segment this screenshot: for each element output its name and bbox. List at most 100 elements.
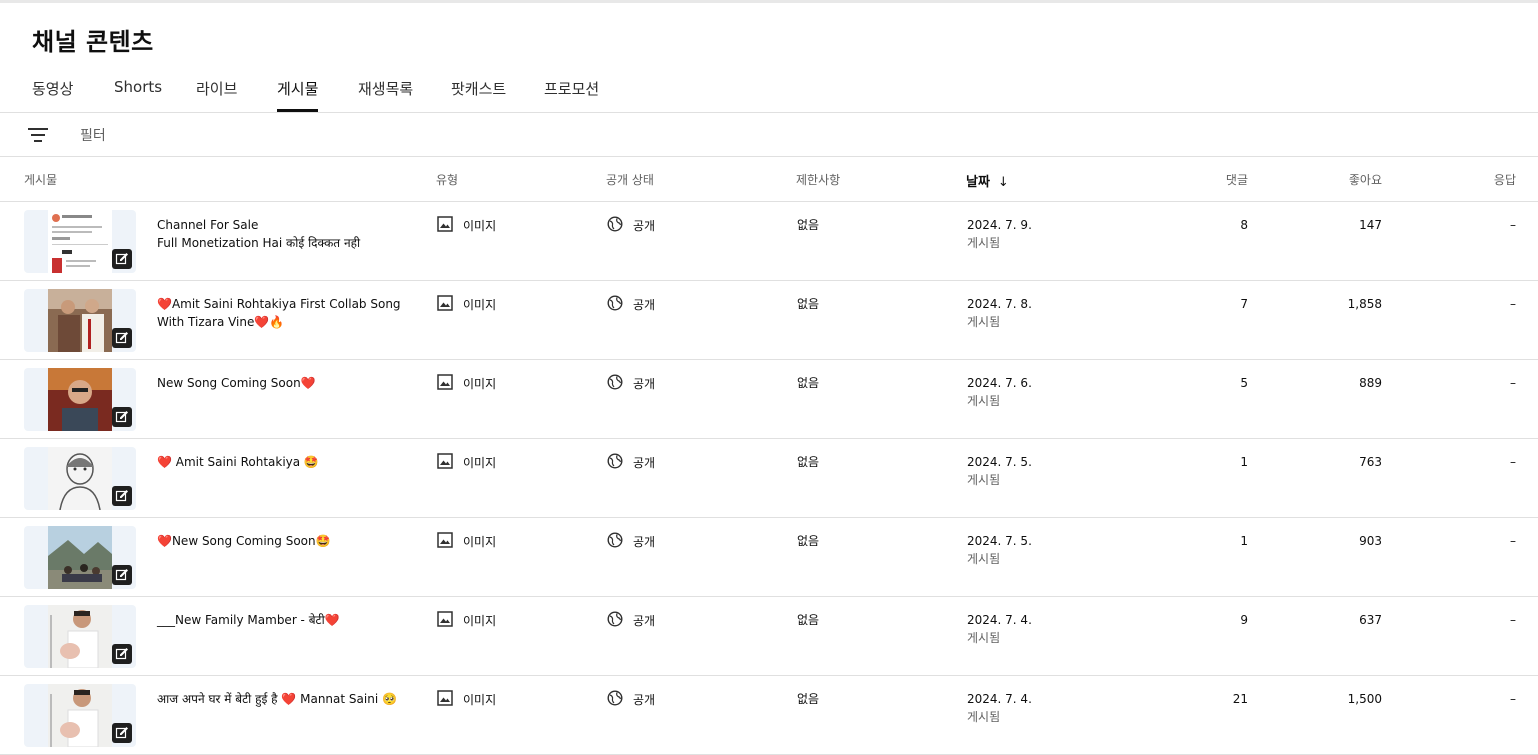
column-header-responses[interactable]: 응답 xyxy=(1436,171,1516,188)
post-type-label: 이미지 xyxy=(463,535,497,549)
column-header-comments[interactable]: 댓글 xyxy=(1168,171,1248,188)
post-text-line1: आज अपने घर में बेटी हुई है ❤️ Mannat Sai… xyxy=(157,692,397,706)
post-text[interactable]: ❤️ Amit Saini Rohtakiya 🤩 xyxy=(157,453,407,471)
post-comments[interactable]: 1 xyxy=(1168,453,1248,471)
post-type-label: 이미지 xyxy=(463,219,497,233)
tab-live[interactable]: 라이브 xyxy=(196,78,237,112)
tab-posts[interactable]: 게시물 xyxy=(277,78,319,112)
edit-icon[interactable] xyxy=(112,249,132,269)
post-visibility[interactable]: 공개 xyxy=(607,611,655,632)
content-tabs: 동영상 Shorts 라이브 게시물 재생목록 팟캐스트 프로모션 xyxy=(0,72,1538,113)
column-header-post[interactable]: 게시물 xyxy=(24,171,57,188)
post-visibility[interactable]: 공개 xyxy=(607,295,655,316)
tab-podcasts[interactable]: 팟캐스트 xyxy=(451,78,506,112)
filter-input[interactable]: 필터 xyxy=(80,125,106,145)
table-row[interactable]: ❤️New Song Coming Soon🤩 이미지 공개 없음 2024. … xyxy=(0,518,1538,597)
table-row[interactable]: ___New Family Mamber - बेटी❤️ 이미지 공개 없음 … xyxy=(0,597,1538,676)
post-text-line2: With Tizara Vine❤️🔥 xyxy=(157,315,285,329)
edit-icon[interactable] xyxy=(112,644,132,664)
post-image xyxy=(48,684,112,747)
post-text[interactable]: New Song Coming Soon❤️ xyxy=(157,374,407,392)
column-header-likes[interactable]: 좋아요 xyxy=(1302,171,1382,188)
post-comments[interactable]: 21 xyxy=(1168,690,1248,708)
post-comments[interactable]: 7 xyxy=(1168,295,1248,313)
tab-playlists[interactable]: 재생목록 xyxy=(358,78,413,112)
post-visibility[interactable]: 공개 xyxy=(607,216,655,237)
post-visibility[interactable]: 공개 xyxy=(607,532,655,553)
post-comments[interactable]: 1 xyxy=(1168,532,1248,550)
tab-promotions[interactable]: 프로모션 xyxy=(544,78,599,112)
image-icon xyxy=(437,690,453,711)
post-visibility-label: 공개 xyxy=(633,693,656,707)
heart-emoji: ❤️ xyxy=(324,613,340,627)
table-row[interactable]: ❤️ Amit Saini Rohtakiya 🤩 이미지 공개 없음 2024… xyxy=(0,439,1538,518)
post-comments[interactable]: 9 xyxy=(1168,611,1248,629)
post-thumbnail[interactable] xyxy=(24,605,136,668)
edit-icon[interactable] xyxy=(112,486,132,506)
heart-emoji: ❤️ xyxy=(157,297,172,311)
post-visibility-label: 공개 xyxy=(633,219,656,233)
table-row[interactable]: New Song Coming Soon❤️ 이미지 공개 없음 2024. 7… xyxy=(0,360,1538,439)
post-status: 게시됨 xyxy=(967,631,1001,645)
tab-videos[interactable]: 동영상 xyxy=(32,78,73,112)
post-date: 2024. 7. 8. xyxy=(967,297,1032,311)
post-date-cell: 2024. 7. 5. 게시됨 xyxy=(967,453,1032,489)
post-thumbnail[interactable] xyxy=(24,289,136,352)
post-likes: 147 xyxy=(1359,218,1382,232)
post-text-line1: New Song Coming Soon❤️ xyxy=(157,376,316,390)
globe-icon xyxy=(607,216,623,237)
post-visibility-label: 공개 xyxy=(633,535,656,549)
post-visibility-label: 공개 xyxy=(633,456,656,470)
post-thumbnail[interactable] xyxy=(24,368,136,431)
post-text[interactable]: ❤️Amit Saini Rohtakiya First Collab Song… xyxy=(157,295,407,331)
post-status: 게시됨 xyxy=(967,710,1001,724)
edit-icon[interactable] xyxy=(112,723,132,743)
globe-icon xyxy=(607,690,623,711)
globe-icon xyxy=(607,532,623,553)
post-restrictions: 없음 xyxy=(797,218,820,232)
column-header-type[interactable]: 유형 xyxy=(436,171,458,188)
column-header-visibility[interactable]: 공개 상태 xyxy=(606,171,654,188)
column-header-date[interactable]: 날짜 ↓ xyxy=(966,171,1009,190)
post-restrictions: 없음 xyxy=(797,455,820,469)
tab-shorts[interactable]: Shorts xyxy=(114,78,162,112)
post-text-line1: ___New Family Mamber - बेटी❤️ xyxy=(157,613,340,627)
post-date-cell: 2024. 7. 6. 게시됨 xyxy=(967,374,1032,410)
post-responses: – xyxy=(1510,534,1516,548)
post-text-line1: ❤️Amit Saini Rohtakiya First Collab Song xyxy=(157,297,401,311)
post-text-line1: ❤️ Amit Saini Rohtakiya 🤩 xyxy=(157,455,319,469)
column-header-restrictions[interactable]: 제한사항 xyxy=(796,171,840,188)
post-text[interactable]: Channel For Sale Full Monetization Hai क… xyxy=(157,216,407,252)
table-row[interactable]: ❤️Amit Saini Rohtakiya First Collab Song… xyxy=(0,281,1538,360)
table-row[interactable]: Channel For Sale Full Monetization Hai क… xyxy=(0,202,1538,281)
post-visibility[interactable]: 공개 xyxy=(607,453,655,474)
post-comments[interactable]: 5 xyxy=(1168,374,1248,392)
table-row[interactable]: आज अपने घर में बेटी हुई है ❤️ Mannat Sai… xyxy=(0,676,1538,755)
column-header-date-label: 날짜 xyxy=(966,175,990,190)
edit-icon[interactable] xyxy=(112,328,132,348)
post-text-line1: Channel For Sale xyxy=(157,218,259,232)
post-text[interactable]: ❤️New Song Coming Soon🤩 xyxy=(157,532,407,550)
edit-icon[interactable] xyxy=(112,407,132,427)
heart-emoji: ❤️ xyxy=(157,534,172,548)
post-text[interactable]: आज अपने घर में बेटी हुई है ❤️ Mannat Sai… xyxy=(157,690,407,708)
post-thumbnail[interactable] xyxy=(24,684,136,747)
post-image xyxy=(48,368,112,431)
post-visibility[interactable]: 공개 xyxy=(607,690,655,711)
post-thumbnail[interactable] xyxy=(24,447,136,510)
post-restrictions: 없음 xyxy=(797,297,820,311)
post-visibility-label: 공개 xyxy=(633,377,656,391)
post-status: 게시됨 xyxy=(967,394,1001,408)
post-text[interactable]: ___New Family Mamber - बेटी❤️ xyxy=(157,611,407,629)
post-date: 2024. 7. 5. xyxy=(967,534,1032,548)
post-visibility-label: 공개 xyxy=(633,298,656,312)
post-restrictions: 없음 xyxy=(797,534,820,548)
post-visibility[interactable]: 공개 xyxy=(607,374,655,395)
post-likes: 1,858 xyxy=(1347,297,1382,311)
post-comments[interactable]: 8 xyxy=(1168,216,1248,234)
post-thumbnail[interactable] xyxy=(24,526,136,589)
edit-icon[interactable] xyxy=(112,565,132,585)
post-thumbnail[interactable] xyxy=(24,210,136,273)
filter-icon[interactable] xyxy=(28,126,48,144)
post-date: 2024. 7. 4. xyxy=(967,692,1032,706)
